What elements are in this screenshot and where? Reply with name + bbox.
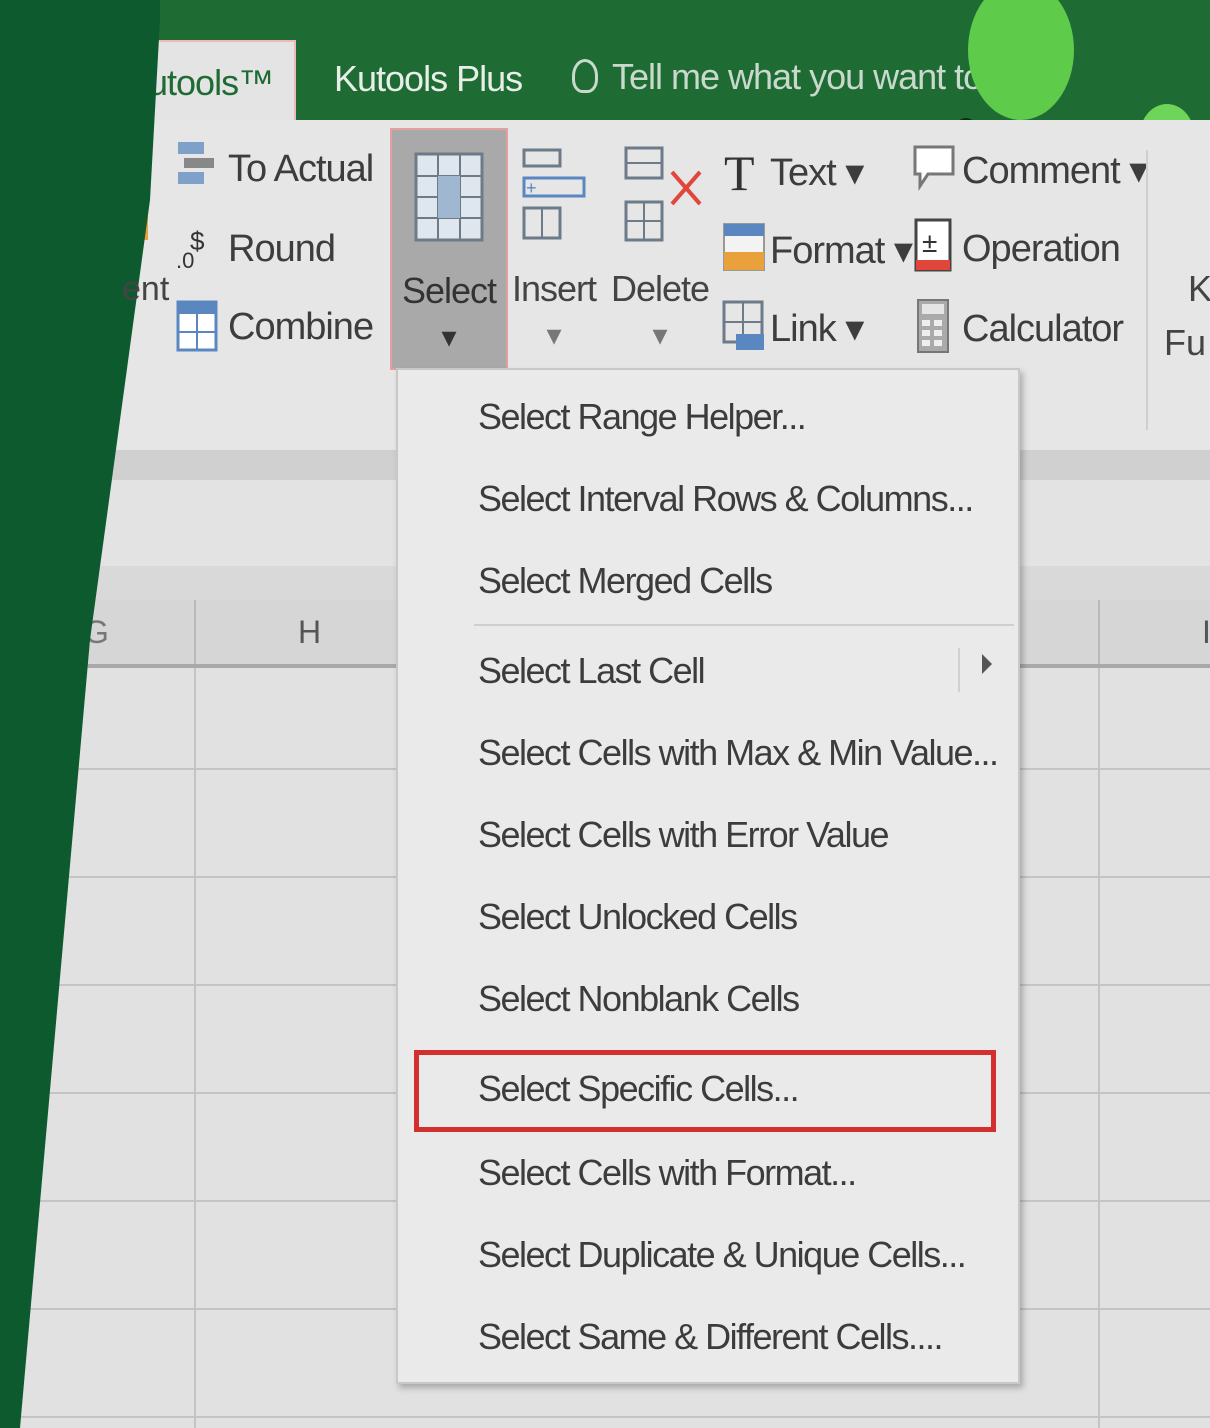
comment-icon <box>913 145 955 191</box>
ribbon-group-separator <box>1146 150 1148 430</box>
column-line <box>1098 668 1100 1428</box>
menu-item-select-cells-with-format[interactable]: Select Cells with Format... <box>478 1152 857 1194</box>
column-line <box>194 668 196 1428</box>
svg-text:+: + <box>526 178 537 198</box>
text-button[interactable]: Text ▾ <box>770 150 864 195</box>
menu-item-select-unlocked-cells[interactable]: Select Unlocked Cells <box>478 896 798 938</box>
menu-item-select-same-different[interactable]: Select Same & Different Cells.... <box>478 1316 944 1358</box>
comment-button[interactable]: Comment ▾ <box>962 148 1148 193</box>
column-header-i[interactable]: I <box>1202 614 1210 651</box>
menu-item-select-merged-cells[interactable]: Select Merged Cells <box>478 560 773 602</box>
tab-kutools-plus[interactable]: Kutools Plus <box>334 58 523 100</box>
round-icon: $ .0 <box>176 226 205 272</box>
menu-item-select-error-value[interactable]: Select Cells with Error Value <box>478 814 890 856</box>
to-actual-button[interactable]: To Actual <box>228 148 374 191</box>
select-dropdown-menu: Select Range Helper... Select Interval R… <box>396 368 1020 1384</box>
delete-button[interactable]: Delete ▾ <box>610 128 710 370</box>
menu-item-select-interval-rows-columns[interactable]: Select Interval Rows & Columns... <box>478 478 974 520</box>
operation-button[interactable]: Operation <box>962 228 1121 271</box>
tab-kutools-label: utools™ <box>148 62 274 103</box>
format-icon <box>723 223 765 271</box>
svg-text:±: ± <box>922 227 937 258</box>
round-button[interactable]: Round <box>228 228 336 271</box>
lightbulb-icon <box>572 59 598 93</box>
tell-me-placeholder: Tell me what you want to <box>612 56 983 97</box>
combine-button[interactable]: Combine <box>228 306 374 349</box>
menu-item-select-last-cell[interactable]: Select Last Cell <box>478 650 706 692</box>
select-button[interactable]: Select ▾ <box>390 128 508 370</box>
svg-text:.0: .0 <box>176 248 194 272</box>
delete-icon <box>624 146 702 242</box>
menu-item-select-duplicate-unique[interactable]: Select Duplicate & Unique Cells... <box>478 1234 967 1276</box>
text-icon: T <box>724 146 755 196</box>
delete-button-label: Delete <box>610 268 710 309</box>
menu-item-select-max-min[interactable]: Select Cells with Max & Min Value... <box>478 732 999 774</box>
svg-text:T: T <box>724 146 755 196</box>
link-button[interactable]: Link ▾ <box>770 306 864 351</box>
delete-dropdown-arrow: ▾ <box>652 319 668 352</box>
column-header-h[interactable]: H <box>298 614 321 651</box>
combine-icon <box>176 300 218 352</box>
column-divider <box>194 600 196 664</box>
menu-item-select-nonblank-cells[interactable]: Select Nonblank Cells <box>478 978 800 1020</box>
ribbon-fragment-fu: Fu <box>1164 322 1207 363</box>
submenu-arrow-icon <box>982 654 992 674</box>
ribbon-fragment-k: K <box>1188 268 1210 309</box>
submenu-divider <box>958 648 960 692</box>
insert-icon: + <box>522 148 586 240</box>
format-button[interactable]: Format ▾ <box>770 228 913 273</box>
menu-separator <box>474 624 1014 626</box>
row-line <box>0 1416 1210 1418</box>
insert-dropdown-arrow: ▾ <box>546 319 562 352</box>
highlight-box-select-specific-cells <box>414 1050 996 1132</box>
link-icon <box>722 300 764 350</box>
menu-item-select-range-helper[interactable]: Select Range Helper... <box>478 396 807 438</box>
select-dropdown-arrow: ▾ <box>441 321 457 354</box>
column-divider <box>1098 600 1100 664</box>
screenshot: utools™ Kutools Plus Tell me what you wa… <box>0 0 1210 1428</box>
insert-button-label: Insert <box>511 268 597 309</box>
insert-button[interactable]: + Insert ▾ <box>504 128 604 370</box>
tab-kutools[interactable]: utools™ <box>140 40 296 120</box>
select-grid-icon <box>414 152 484 242</box>
calculator-icon <box>917 299 949 353</box>
ribbon-fragment-ent: ent <box>122 270 170 308</box>
to-actual-icon <box>178 142 214 184</box>
tell-me-search[interactable]: Tell me what you want to <box>572 56 983 98</box>
calculator-button[interactable]: Calculator <box>962 308 1124 351</box>
select-button-label: Select <box>401 270 497 311</box>
operation-icon: ± <box>914 218 952 272</box>
